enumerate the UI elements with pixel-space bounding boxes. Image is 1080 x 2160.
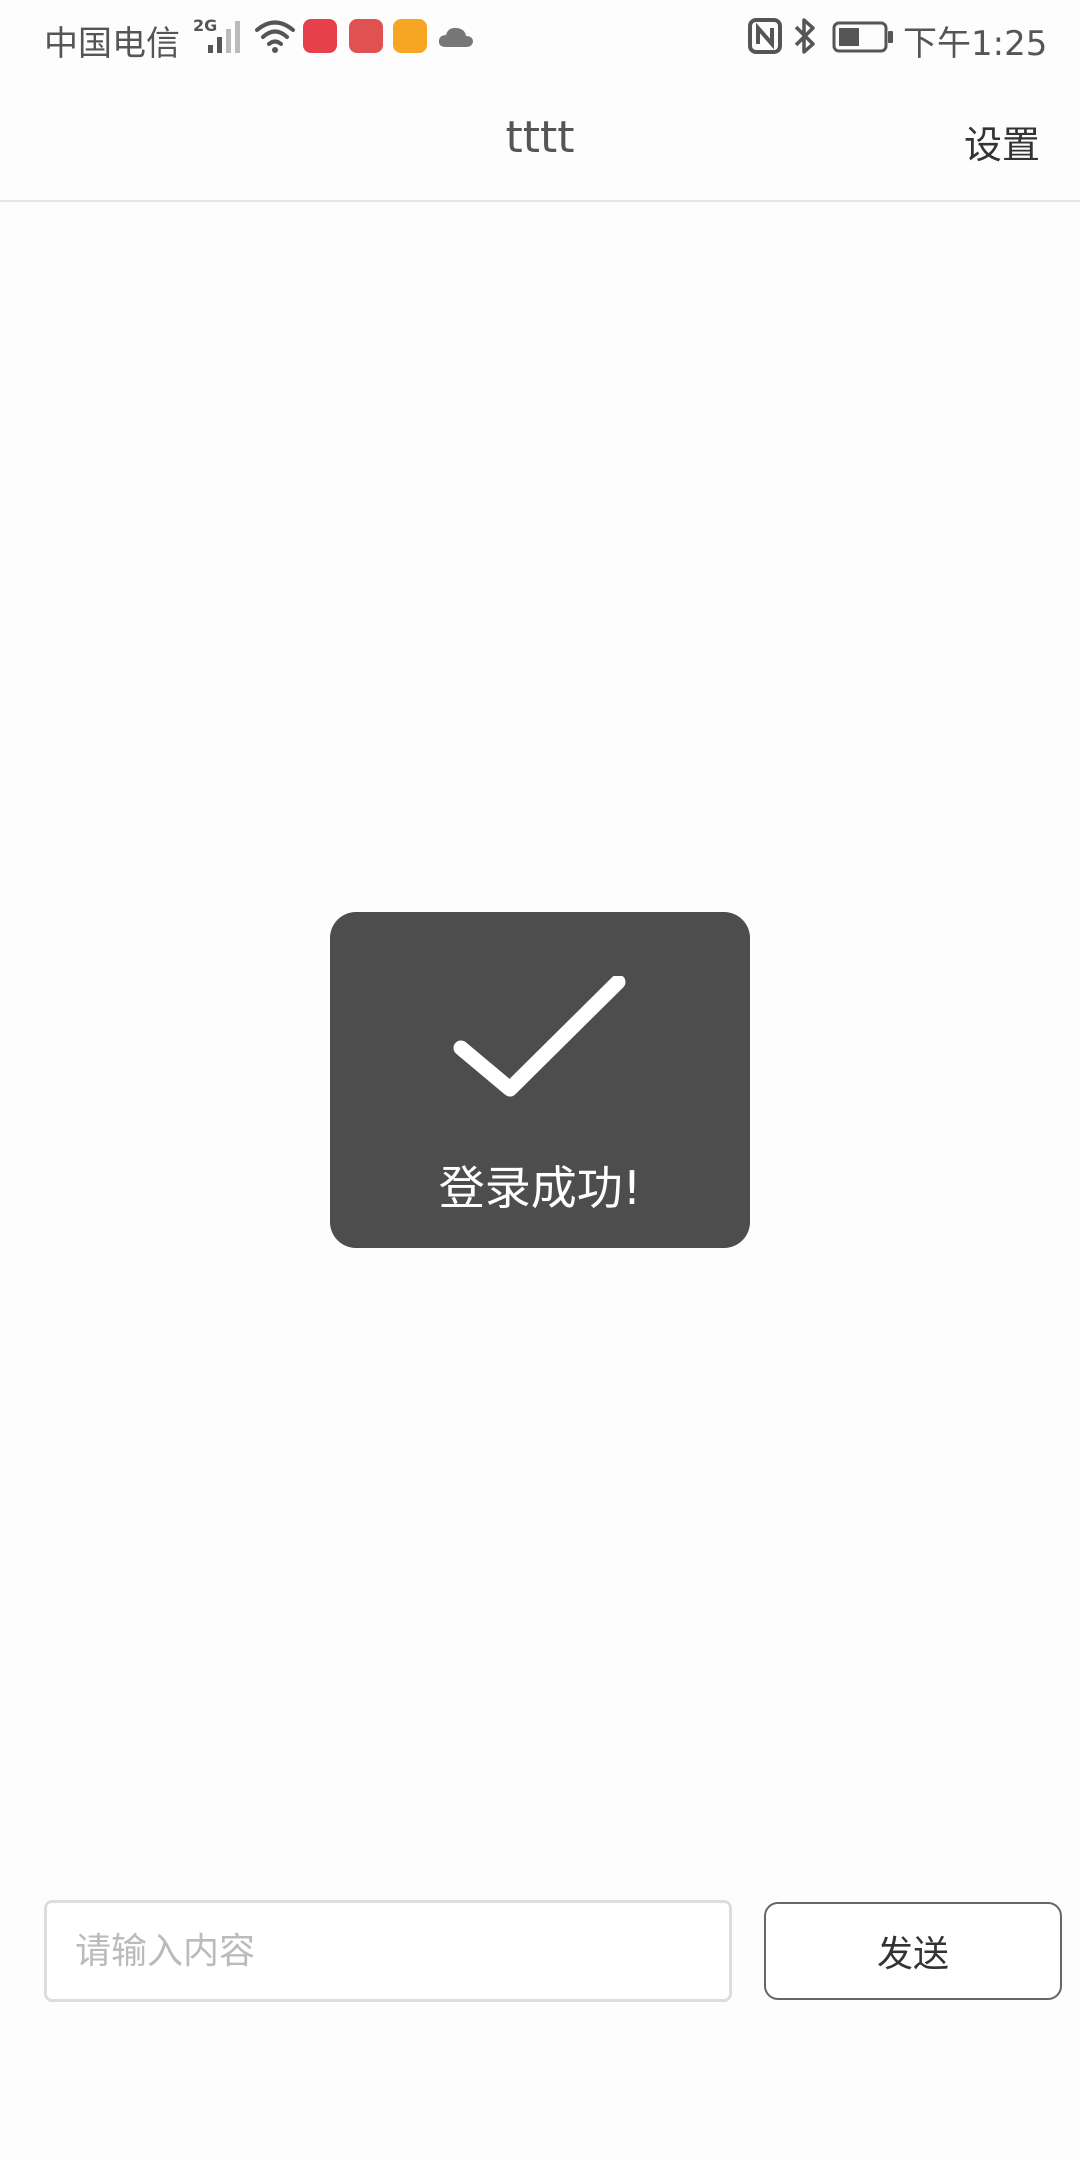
login-success-toast: 登录成功! [330, 912, 750, 1248]
notes-icon [393, 19, 427, 53]
toast-message: 登录成功! [438, 1161, 642, 1215]
books-icon [349, 19, 383, 53]
message-input[interactable] [44, 1900, 732, 2002]
battery-icon [832, 21, 893, 53]
appgallery-icon [303, 19, 337, 53]
bluetooth-icon [794, 18, 815, 54]
settings-button[interactable]: 设置 [964, 114, 1040, 169]
status-time: 下午1:25 [903, 24, 1048, 64]
title-bar: tttt 设置 [0, 74, 1080, 202]
nfc-icon [748, 18, 782, 54]
status-bar: 中国电信 2G 下午1:25 [0, 0, 1080, 74]
check-icon [453, 976, 626, 1097]
send-button[interactable]: 发送 [764, 1902, 1062, 2000]
wifi-icon [255, 20, 295, 53]
page-title: tttt [505, 112, 575, 163]
app-screen: 中国电信 2G 下午1:25 tttt 设置 登录成功! 请输入内容 发送 [0, 0, 1080, 2160]
carrier-name: 中国电信 [44, 24, 180, 64]
cloud-icon [438, 27, 473, 47]
signal-icon [208, 21, 240, 53]
